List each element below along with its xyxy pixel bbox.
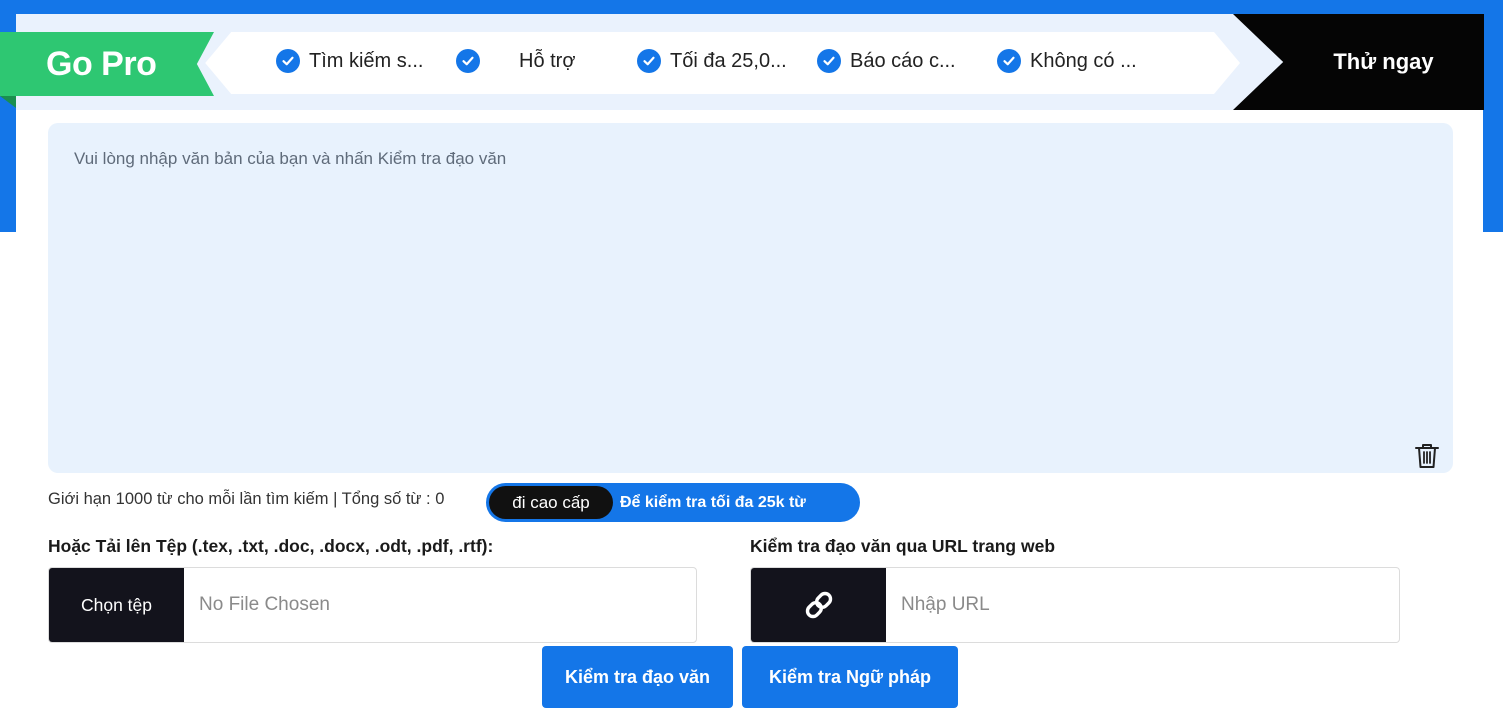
text-input-placeholder: Vui lòng nhập văn bản của bạn và nhấn Ki… [74,149,507,168]
feature-label: Báo cáo c... [850,49,956,72]
trash-icon[interactable] [1414,442,1440,470]
choose-file-label: Chọn tệp [80,594,153,615]
word-limit-text: Giới hạn 1000 từ cho mỗi lần tìm kiếm | … [48,490,445,508]
file-upload-field[interactable]: Chọn tệp No File Chosen [48,567,697,643]
text-input-area[interactable]: Vui lòng nhập văn bản của bạn và nhấn Ki… [48,123,1453,473]
go-pro-badge: Go Pro [0,32,214,96]
check-plagiarism-button[interactable]: Kiểm tra đạo văn [542,646,733,708]
feature-item: Tối đa 25,0... [637,44,787,78]
url-check-label: Kiểm tra đạo văn qua URL trang web [750,536,1056,556]
feature-item: Báo cáo c... [817,44,956,78]
link-icon-button[interactable] [751,568,886,642]
check-plagiarism-label: Kiểm tra đạo văn [564,666,711,687]
check-icon [637,49,661,73]
try-now-label: Thử ngay [1333,49,1434,74]
feature-label: Không có ... [1030,49,1137,72]
feature-label: Tìm kiếm s... [309,49,424,72]
check-icon [817,49,841,73]
check-grammar-label: Kiểm tra Ngữ pháp [768,666,932,687]
upgrade-banner[interactable]: đi cao cấp Để kiểm tra tối đa 25k từ [486,483,860,522]
feature-label: Tối đa 25,0... [670,49,787,72]
choose-file-button[interactable]: Chọn tệp [49,568,184,642]
go-premium-label: đi cao cấp [512,492,590,512]
upgrade-description: Để kiểm tra tối đa 25k từ [620,494,806,511]
feature-item: Tìm kiếm s... [276,44,423,78]
url-field-group [750,567,1400,643]
feature-item: Không có ... [997,44,1137,78]
link-icon [805,591,832,619]
check-grammar-button[interactable]: Kiểm tra Ngữ pháp [742,646,958,708]
go-premium-button[interactable]: đi cao cấp [489,486,613,519]
feature-label: Hỗ trợ [519,49,576,72]
check-icon [997,49,1021,73]
top-accent-bar [0,0,1503,14]
feature-item: Hỗ trợ [456,44,575,78]
check-icon [276,49,300,73]
check-icon [456,49,480,73]
upload-label: Hoặc Tải lên Tệp (.tex, .txt, .doc, .doc… [48,536,494,556]
file-status-text: No File Chosen [199,594,330,615]
url-input[interactable] [887,568,1387,642]
right-accent-bar [1483,0,1503,232]
go-pro-label: Go Pro [46,44,157,83]
